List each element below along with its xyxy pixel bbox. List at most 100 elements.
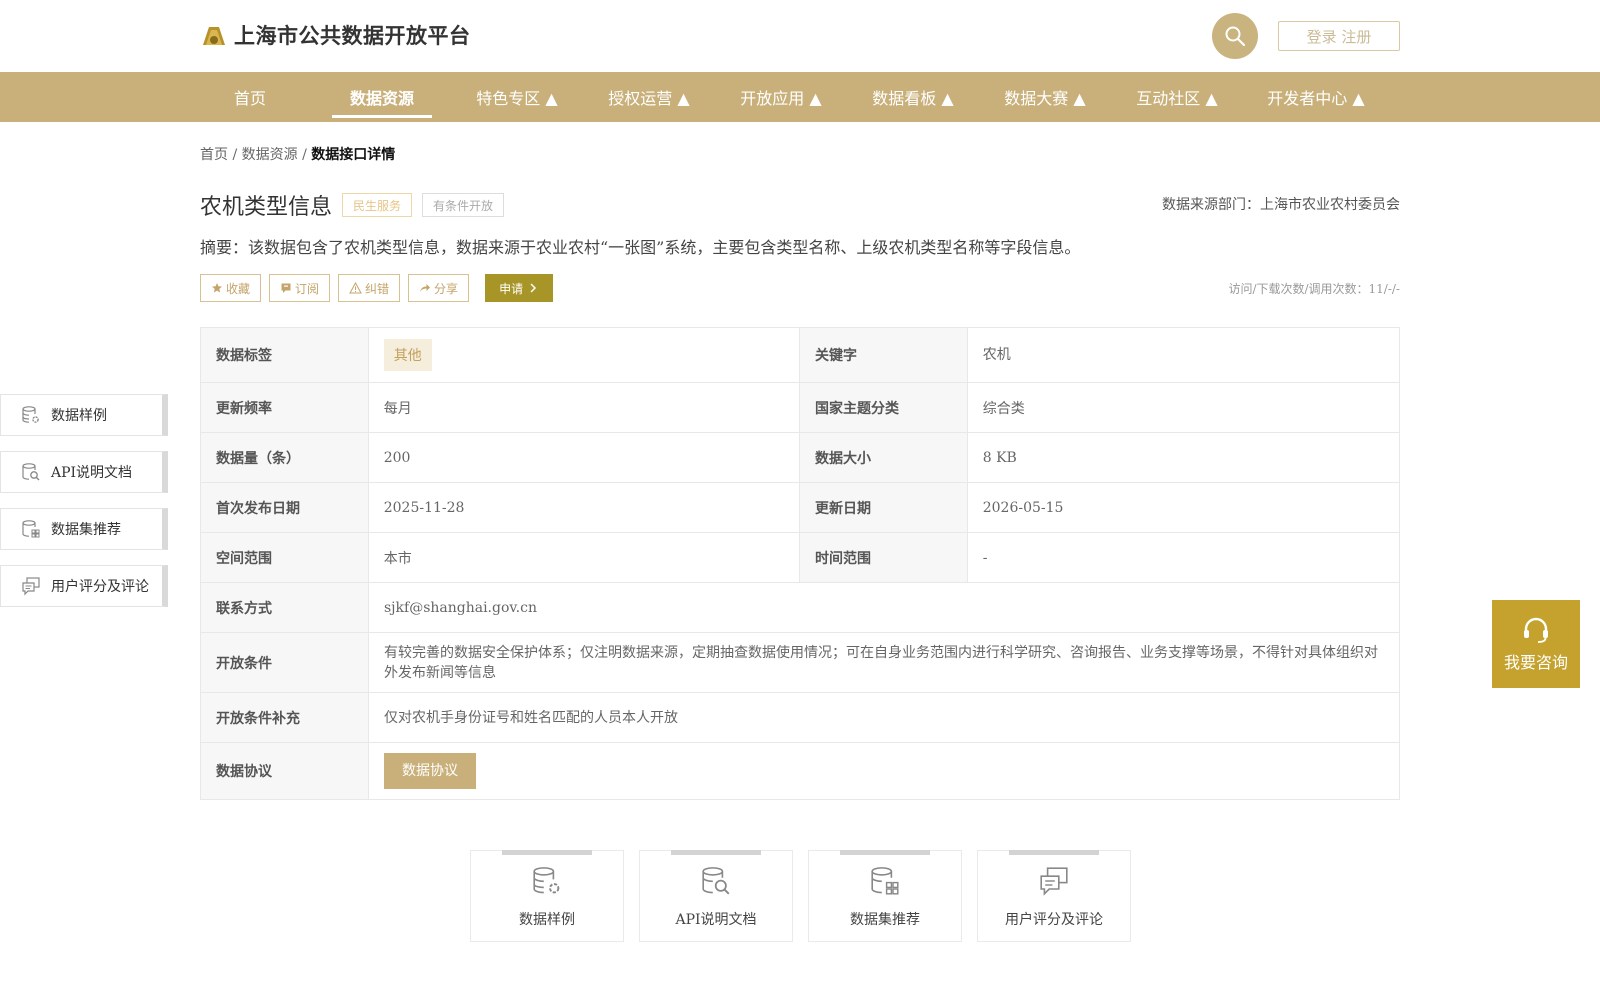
consult-button[interactable]: 我要咨询	[1492, 600, 1580, 688]
subscribe-label: 订阅	[295, 281, 320, 296]
side-nav-data-sample[interactable]: 数据样例	[0, 394, 168, 436]
table-row: 数据标签 其他 关键字 农机	[201, 328, 1399, 383]
agreement-label: 数据协议	[201, 743, 369, 799]
table-row: 更新频率 每月 国家主题分类 综合类	[201, 383, 1399, 433]
correct-label: 纠错	[365, 281, 390, 296]
favorite-label: 收藏	[226, 281, 251, 296]
agreement-button[interactable]: 数据协议	[384, 753, 476, 789]
subscribe-button[interactable]: 订阅	[269, 274, 331, 302]
nav-item-data-contest[interactable]: 数据大赛 ▲	[990, 72, 1100, 122]
tag-value[interactable]: 其他	[383, 339, 432, 371]
action-bar: 收藏 订阅 纠错 分享 申请	[200, 274, 554, 302]
count-label: 数据量（条）	[201, 433, 369, 482]
card-icon-wrap	[978, 865, 1130, 897]
tag-cell: 其他	[369, 328, 800, 382]
database-gear-icon	[533, 867, 560, 894]
space-label: 空间范围	[201, 533, 369, 582]
contact-value: sjkf@shanghai.gov.cn	[384, 599, 537, 616]
space-value: 本市	[369, 533, 800, 582]
table-row: 开放条件补充 仅对农机手身份证号和姓名匹配的人员本人开放	[201, 693, 1399, 743]
nav-item-special-zone[interactable]: 特色专区 ▲	[462, 72, 572, 122]
favorite-button[interactable]: 收藏	[200, 274, 262, 302]
summary-text: 摘要：该数据包含了农机类型信息，数据来源于农业农村“一张图”系统，主要包含类型名…	[200, 238, 1081, 257]
nav-item-open-apps[interactable]: 开放应用 ▲	[726, 72, 836, 122]
card-top-bar	[840, 850, 930, 855]
card-top-bar	[1009, 850, 1099, 855]
card-icon-wrap	[640, 865, 792, 897]
breadcrumb-separator: /	[297, 147, 312, 163]
table-row: 开放条件 有较完善的数据安全保护体系；仅注明数据来源，定期抽查数据使用情况；可在…	[201, 633, 1399, 693]
login-register-button[interactable]: 登录 注册	[1278, 21, 1400, 51]
source-department: 数据来源部门：上海市农业农村委员会	[1162, 197, 1400, 213]
share-icon	[420, 284, 431, 292]
card-data-sample[interactable]: 数据样例	[470, 850, 624, 942]
side-nav-label: 数据样例	[51, 408, 107, 424]
comment-icon	[1040, 867, 1068, 896]
site-title: 上海市公共数据开放平台	[234, 24, 471, 48]
consult-label: 我要咨询	[1503, 653, 1568, 672]
headset-icon	[1524, 617, 1548, 643]
document-search-icon	[702, 867, 730, 895]
nav-item-community[interactable]: 互动社区 ▲	[1122, 72, 1232, 122]
card-top-bar	[671, 850, 761, 855]
nav-item-home[interactable]: 首页	[200, 72, 300, 122]
header: 上海市公共数据开放平台 登录 注册	[0, 0, 1600, 72]
side-nav-dataset-recommend[interactable]: 数据集推荐	[0, 508, 168, 550]
table-row: 数据协议 数据协议	[201, 743, 1399, 799]
page-title: 农机类型信息	[200, 195, 333, 220]
correct-button[interactable]: 纠错	[338, 274, 401, 302]
share-label: 分享	[434, 281, 459, 296]
info-table: 数据标签 其他 关键字 农机 更新频率 每月 国家主题分类 综合类 数据量（条）…	[200, 327, 1400, 800]
share-button[interactable]: 分享	[408, 274, 470, 302]
logo[interactable]: 上海市公共数据开放平台	[200, 20, 471, 50]
nav-item-authorized-ops[interactable]: 授权运营 ▲	[594, 72, 704, 122]
card-dataset-recommend[interactable]: 数据集推荐	[808, 850, 962, 942]
search-button[interactable]	[1212, 13, 1258, 59]
card-label: 数据样例	[519, 912, 575, 928]
card-api-doc[interactable]: API说明文档	[639, 850, 793, 942]
side-nav-api-doc[interactable]: API说明文档	[0, 451, 168, 493]
count-value: 200	[369, 433, 800, 482]
keyword-label: 关键字	[800, 328, 968, 382]
bookmark-icon	[281, 283, 291, 293]
size-value: 8 KB	[982, 449, 1017, 466]
search-icon	[1225, 26, 1246, 47]
card-label: 数据集推荐	[850, 912, 920, 928]
table-row: 数据量（条） 200 数据大小 8 KB	[201, 433, 1399, 483]
open-condition-label: 开放条件	[201, 633, 369, 692]
breadcrumb-home[interactable]: 首页	[200, 147, 228, 163]
side-nav-label: 数据集推荐	[51, 522, 121, 538]
document-search-icon	[22, 463, 40, 481]
time-range-label: 时间范围	[800, 533, 968, 582]
apply-label: 申请	[499, 281, 524, 296]
size-label: 数据大小	[800, 433, 968, 482]
breadcrumb-parent[interactable]: 数据资源	[242, 147, 298, 163]
visit-stats: 访问/下载次数/调用次数：11/-/-	[1228, 282, 1400, 296]
side-nav-label: 用户评分及评论	[51, 579, 149, 595]
star-icon	[212, 283, 222, 293]
nav-item-data-resources[interactable]: 数据资源	[332, 72, 432, 122]
nav-item-developer[interactable]: 开发者中心 ▲	[1254, 72, 1378, 122]
breadcrumb: 首页 / 数据资源 / 数据接口详情	[200, 144, 395, 164]
nav-item-data-dashboard[interactable]: 数据看板 ▲	[858, 72, 968, 122]
card-rating-comments[interactable]: 用户评分及评论	[977, 850, 1131, 942]
table-row: 联系方式 sjkf@shanghai.gov.cn	[201, 583, 1399, 633]
open-condition-extra-label: 开放条件补充	[201, 693, 369, 742]
comment-icon	[22, 577, 40, 596]
apply-button[interactable]: 申请	[485, 274, 554, 302]
title-row: 农机类型信息 民生服务 有条件开放	[200, 189, 514, 221]
card-label: API说明文档	[675, 912, 757, 928]
side-nav-rating-comments[interactable]: 用户评分及评论	[0, 565, 168, 607]
category-badge: 民生服务	[342, 193, 413, 217]
side-nav-label: API说明文档	[51, 465, 133, 481]
card-top-bar	[502, 850, 592, 855]
table-row: 首次发布日期 2025-11-28 更新日期 2026-05-15	[201, 483, 1399, 533]
freq-label: 更新频率	[201, 383, 369, 432]
breadcrumb-current: 数据接口详情	[311, 147, 396, 163]
update-date-label: 更新日期	[800, 483, 968, 532]
card-label: 用户评分及评论	[1005, 912, 1103, 928]
card-icon-wrap	[809, 865, 961, 897]
first-publish-label: 首次发布日期	[201, 483, 369, 532]
breadcrumb-separator: /	[228, 147, 242, 163]
warning-icon	[349, 282, 362, 294]
